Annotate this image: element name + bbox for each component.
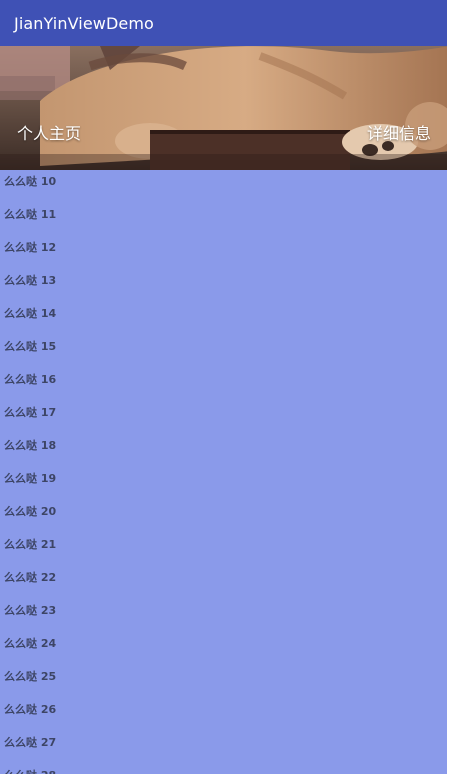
list-item[interactable]: 么么哒 22 bbox=[4, 566, 56, 599]
profile-tab-label[interactable]: 个人主页 bbox=[17, 120, 81, 144]
list-item[interactable]: 么么哒 16 bbox=[4, 368, 56, 401]
details-tab-label[interactable]: 详细信息 bbox=[367, 120, 431, 144]
list-item[interactable]: 么么哒 17 bbox=[4, 401, 56, 434]
item-list[interactable]: 么么哒 10 么么哒 11 么么哒 12 么么哒 13 么么哒 14 么么哒 1… bbox=[0, 170, 450, 774]
header-banner: 个人主页 详细信息 bbox=[0, 46, 450, 170]
list-item[interactable]: 么么哒 26 bbox=[4, 698, 56, 731]
list-item[interactable]: 么么哒 23 bbox=[4, 599, 56, 632]
list-item[interactable]: 么么哒 21 bbox=[4, 533, 56, 566]
app-bar: JianYinViewDemo bbox=[0, 0, 450, 46]
list-item[interactable]: 么么哒 18 bbox=[4, 434, 56, 467]
list-item[interactable]: 么么哒 12 bbox=[4, 236, 56, 269]
list-item[interactable]: 么么哒 20 bbox=[4, 500, 56, 533]
list-item[interactable]: 么么哒 24 bbox=[4, 632, 56, 665]
list-item[interactable]: 么么哒 10 bbox=[4, 170, 56, 203]
list-item[interactable]: 么么哒 19 bbox=[4, 467, 56, 500]
list-item[interactable]: 么么哒 11 bbox=[4, 203, 56, 236]
list-item[interactable]: 么么哒 14 bbox=[4, 302, 56, 335]
list-item[interactable]: 么么哒 13 bbox=[4, 269, 56, 302]
list-item[interactable]: 么么哒 28 bbox=[4, 764, 56, 774]
list-item[interactable]: 么么哒 27 bbox=[4, 731, 56, 764]
list-item[interactable]: 么么哒 15 bbox=[4, 335, 56, 368]
banner-photo bbox=[0, 46, 450, 170]
list-item[interactable]: 么么哒 25 bbox=[4, 665, 56, 698]
app-title: JianYinViewDemo bbox=[14, 13, 154, 33]
